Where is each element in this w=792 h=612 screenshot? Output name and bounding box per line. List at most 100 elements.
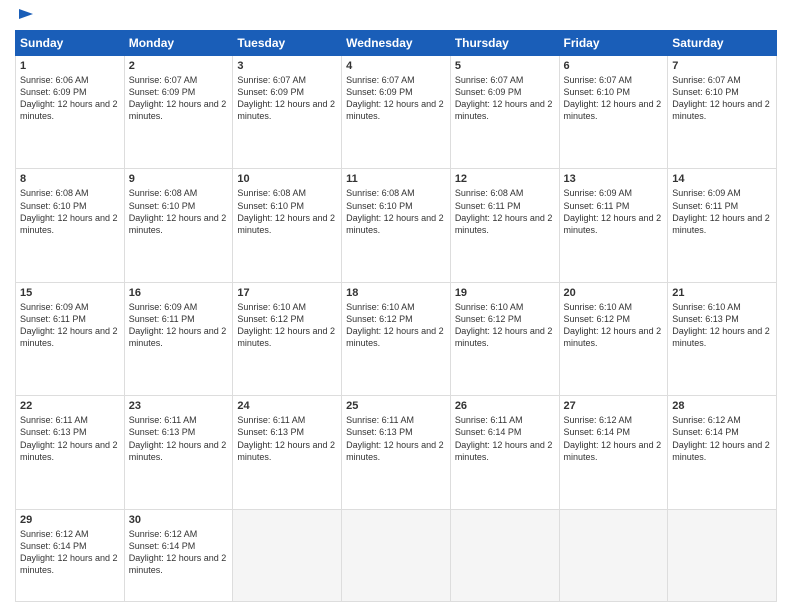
weekday-header-thursday: Thursday [450,31,559,56]
calendar-cell: 11 Sunrise: 6:08 AMSunset: 6:10 PMDaylig… [342,169,451,282]
calendar-cell: 26 Sunrise: 6:11 AMSunset: 6:14 PMDaylig… [450,396,559,509]
day-info: Sunrise: 6:07 AMSunset: 6:09 PMDaylight:… [237,75,335,121]
calendar-cell: 2 Sunrise: 6:07 AMSunset: 6:09 PMDayligh… [124,56,233,169]
calendar-cell: 27 Sunrise: 6:12 AMSunset: 6:14 PMDaylig… [559,396,668,509]
day-info: Sunrise: 6:09 AMSunset: 6:11 PMDaylight:… [20,302,118,348]
day-number: 14 [672,173,772,185]
calendar-cell: 28 Sunrise: 6:12 AMSunset: 6:14 PMDaylig… [668,396,777,509]
day-info: Sunrise: 6:08 AMSunset: 6:10 PMDaylight:… [20,188,118,234]
calendar-cell: 18 Sunrise: 6:10 AMSunset: 6:12 PMDaylig… [342,282,451,395]
day-number: 28 [672,400,772,412]
day-info: Sunrise: 6:11 AMSunset: 6:13 PMDaylight:… [237,415,335,461]
page: SundayMondayTuesdayWednesdayThursdayFrid… [0,0,792,612]
day-number: 17 [237,287,337,299]
header [15,10,777,24]
day-number: 11 [346,173,446,185]
day-info: Sunrise: 6:07 AMSunset: 6:09 PMDaylight:… [455,75,553,121]
calendar-week-row: 22 Sunrise: 6:11 AMSunset: 6:13 PMDaylig… [16,396,777,509]
calendar-cell: 20 Sunrise: 6:10 AMSunset: 6:12 PMDaylig… [559,282,668,395]
calendar-cell [450,509,559,601]
day-number: 21 [672,287,772,299]
logo [15,10,36,24]
day-number: 8 [20,173,120,185]
day-number: 4 [346,60,446,72]
day-number: 13 [564,173,664,185]
calendar-cell: 16 Sunrise: 6:09 AMSunset: 6:11 PMDaylig… [124,282,233,395]
calendar-cell: 29 Sunrise: 6:12 AMSunset: 6:14 PMDaylig… [16,509,125,601]
day-number: 15 [20,287,120,299]
calendar-cell [233,509,342,601]
day-number: 6 [564,60,664,72]
day-number: 23 [129,400,229,412]
calendar-cell: 17 Sunrise: 6:10 AMSunset: 6:12 PMDaylig… [233,282,342,395]
day-info: Sunrise: 6:08 AMSunset: 6:10 PMDaylight:… [129,188,227,234]
day-info: Sunrise: 6:09 AMSunset: 6:11 PMDaylight:… [672,188,770,234]
calendar-cell: 13 Sunrise: 6:09 AMSunset: 6:11 PMDaylig… [559,169,668,282]
calendar-cell: 1 Sunrise: 6:06 AMSunset: 6:09 PMDayligh… [16,56,125,169]
day-number: 10 [237,173,337,185]
calendar-cell [342,509,451,601]
day-number: 12 [455,173,555,185]
day-number: 7 [672,60,772,72]
day-number: 24 [237,400,337,412]
day-number: 3 [237,60,337,72]
calendar-cell: 10 Sunrise: 6:08 AMSunset: 6:10 PMDaylig… [233,169,342,282]
day-number: 20 [564,287,664,299]
calendar-cell: 19 Sunrise: 6:10 AMSunset: 6:12 PMDaylig… [450,282,559,395]
day-number: 25 [346,400,446,412]
day-info: Sunrise: 6:10 AMSunset: 6:12 PMDaylight:… [564,302,662,348]
calendar-cell: 15 Sunrise: 6:09 AMSunset: 6:11 PMDaylig… [16,282,125,395]
calendar-cell: 3 Sunrise: 6:07 AMSunset: 6:09 PMDayligh… [233,56,342,169]
weekday-header-saturday: Saturday [668,31,777,56]
calendar-table: SundayMondayTuesdayWednesdayThursdayFrid… [15,30,777,602]
day-number: 27 [564,400,664,412]
calendar-cell [668,509,777,601]
day-info: Sunrise: 6:10 AMSunset: 6:12 PMDaylight:… [346,302,444,348]
calendar-week-row: 8 Sunrise: 6:08 AMSunset: 6:10 PMDayligh… [16,169,777,282]
calendar-cell: 5 Sunrise: 6:07 AMSunset: 6:09 PMDayligh… [450,56,559,169]
day-number: 9 [129,173,229,185]
weekday-header-tuesday: Tuesday [233,31,342,56]
day-info: Sunrise: 6:08 AMSunset: 6:10 PMDaylight:… [237,188,335,234]
day-number: 18 [346,287,446,299]
logo-flag-icon [16,6,36,26]
calendar-cell: 22 Sunrise: 6:11 AMSunset: 6:13 PMDaylig… [16,396,125,509]
weekday-header-friday: Friday [559,31,668,56]
calendar-cell: 30 Sunrise: 6:12 AMSunset: 6:14 PMDaylig… [124,509,233,601]
day-info: Sunrise: 6:11 AMSunset: 6:13 PMDaylight:… [346,415,444,461]
day-info: Sunrise: 6:12 AMSunset: 6:14 PMDaylight:… [672,415,770,461]
day-number: 22 [20,400,120,412]
weekday-header-wednesday: Wednesday [342,31,451,56]
day-number: 2 [129,60,229,72]
day-number: 26 [455,400,555,412]
day-number: 16 [129,287,229,299]
calendar-cell: 14 Sunrise: 6:09 AMSunset: 6:11 PMDaylig… [668,169,777,282]
day-info: Sunrise: 6:10 AMSunset: 6:12 PMDaylight:… [237,302,335,348]
weekday-header-monday: Monday [124,31,233,56]
calendar-cell: 7 Sunrise: 6:07 AMSunset: 6:10 PMDayligh… [668,56,777,169]
day-number: 19 [455,287,555,299]
calendar-cell: 21 Sunrise: 6:10 AMSunset: 6:13 PMDaylig… [668,282,777,395]
day-info: Sunrise: 6:07 AMSunset: 6:10 PMDaylight:… [564,75,662,121]
day-info: Sunrise: 6:08 AMSunset: 6:11 PMDaylight:… [455,188,553,234]
calendar-header-row: SundayMondayTuesdayWednesdayThursdayFrid… [16,31,777,56]
day-number: 30 [129,514,229,526]
calendar-cell [559,509,668,601]
day-info: Sunrise: 6:11 AMSunset: 6:14 PMDaylight:… [455,415,553,461]
day-info: Sunrise: 6:11 AMSunset: 6:13 PMDaylight:… [20,415,118,461]
calendar-week-row: 15 Sunrise: 6:09 AMSunset: 6:11 PMDaylig… [16,282,777,395]
calendar-cell: 9 Sunrise: 6:08 AMSunset: 6:10 PMDayligh… [124,169,233,282]
day-info: Sunrise: 6:06 AMSunset: 6:09 PMDaylight:… [20,75,118,121]
calendar-cell: 24 Sunrise: 6:11 AMSunset: 6:13 PMDaylig… [233,396,342,509]
calendar-cell: 12 Sunrise: 6:08 AMSunset: 6:11 PMDaylig… [450,169,559,282]
day-number: 1 [20,60,120,72]
day-info: Sunrise: 6:07 AMSunset: 6:09 PMDaylight:… [346,75,444,121]
day-info: Sunrise: 6:07 AMSunset: 6:09 PMDaylight:… [129,75,227,121]
day-info: Sunrise: 6:12 AMSunset: 6:14 PMDaylight:… [129,529,227,575]
day-info: Sunrise: 6:12 AMSunset: 6:14 PMDaylight:… [20,529,118,575]
day-info: Sunrise: 6:09 AMSunset: 6:11 PMDaylight:… [564,188,662,234]
calendar-cell: 8 Sunrise: 6:08 AMSunset: 6:10 PMDayligh… [16,169,125,282]
day-info: Sunrise: 6:11 AMSunset: 6:13 PMDaylight:… [129,415,227,461]
calendar-week-row: 1 Sunrise: 6:06 AMSunset: 6:09 PMDayligh… [16,56,777,169]
day-info: Sunrise: 6:12 AMSunset: 6:14 PMDaylight:… [564,415,662,461]
